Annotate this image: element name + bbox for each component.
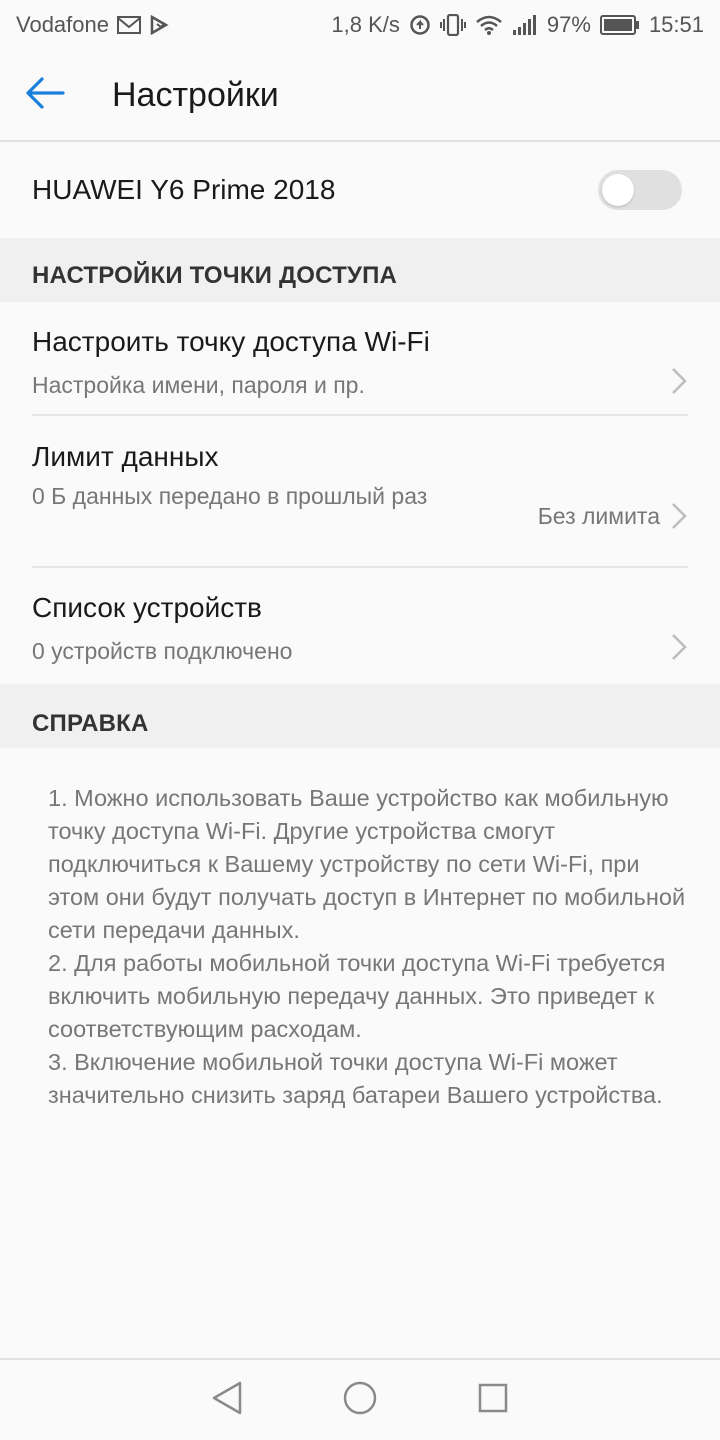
notification-icon (149, 15, 169, 35)
help-text: 1. Можно использовать Ваше устройство ка… (48, 782, 688, 1112)
list-item-trailing (670, 366, 688, 396)
help-paragraph-1: 1. Можно использовать Ваше устройство ка… (48, 785, 686, 943)
back-button[interactable] (0, 49, 112, 141)
list-item-subtitle: 0 устройств подключено (32, 638, 293, 664)
list-item-device-list[interactable]: Список устройств 0 устройств подключено (0, 568, 720, 684)
chevron-right-icon (670, 366, 688, 396)
chevron-right-icon (670, 501, 688, 531)
list-item-trailing: Без лимита (538, 501, 688, 531)
nav-home-button[interactable] (330, 1370, 390, 1430)
hotspot-switch[interactable] (598, 170, 682, 210)
list-item-subtitle: Настройка имени, пароля и пр. (32, 372, 365, 398)
arrow-left-icon (25, 76, 65, 114)
switch-knob (602, 174, 634, 206)
nav-back-button[interactable] (197, 1370, 257, 1430)
nav-recents-button[interactable] (463, 1370, 523, 1430)
app-bar: Настройки (0, 50, 720, 142)
vibrate-icon (439, 14, 466, 36)
list-item-text: Лимит данных 0 Б данных передано в прошл… (32, 441, 462, 513)
list-item-title: Настроить точку доступа Wi-Fi (32, 326, 430, 357)
status-right: 1,8 K/s 97% 15:51 (331, 12, 704, 38)
data-limit-value: Без лимита (537, 502, 660, 529)
help-paragraph-2: 2. Для работы мобильной точки доступа Wi… (48, 950, 666, 1042)
clock: 15:51 (648, 12, 704, 37)
list-item-configure-wifi-hotspot[interactable]: Настроить точку доступа Wi-Fi Настройка … (0, 302, 720, 416)
battery-icon (599, 14, 640, 36)
navigation-bar (0, 1358, 720, 1440)
list-item-title: Лимит данных (32, 441, 219, 472)
mail-icon (116, 15, 141, 35)
status-left: Vodafone (16, 12, 169, 38)
list-item-trailing (670, 632, 688, 662)
hotspot-toggle-row[interactable]: HUAWEI Y6 Prime 2018 (0, 142, 720, 238)
list-item-text: Список устройств 0 устройств подключено (32, 592, 292, 668)
list-item-title: Список устройств (32, 592, 262, 623)
home-circle-icon (342, 1380, 378, 1421)
page-title: Настройки (112, 75, 279, 114)
section-header-hotspot-settings: НАСТРОЙКИ ТОЧКИ ДОСТУПА (0, 238, 720, 302)
network-speed: 1,8 K/s (331, 12, 400, 37)
section-header-help: СПРАВКА (0, 684, 720, 748)
hotspot-device-name: HUAWEI Y6 Prime 2018 (32, 174, 336, 205)
list-item-subtitle: 0 Б данных передано в прошлый раз (32, 483, 428, 509)
status-bar: Vodafone 1,8 K/s 97% 15:51 (0, 0, 720, 50)
battery-percent: 97% (546, 12, 591, 37)
carrier-name: Vodafone (16, 12, 109, 37)
list-item-text: Настроить точку доступа Wi-Fi Настройка … (32, 326, 430, 402)
chevron-right-icon (670, 632, 688, 662)
data-saver-icon (409, 14, 431, 36)
wifi-icon (475, 14, 503, 36)
back-triangle-icon (210, 1380, 244, 1421)
list-item-data-limit[interactable]: Лимит данных 0 Б данных передано в прошл… (0, 416, 720, 568)
recents-square-icon (477, 1382, 509, 1419)
signal-icon (512, 14, 538, 36)
help-paragraph-3: 3. Включение мобильной точки доступа Wi-… (48, 1049, 663, 1108)
